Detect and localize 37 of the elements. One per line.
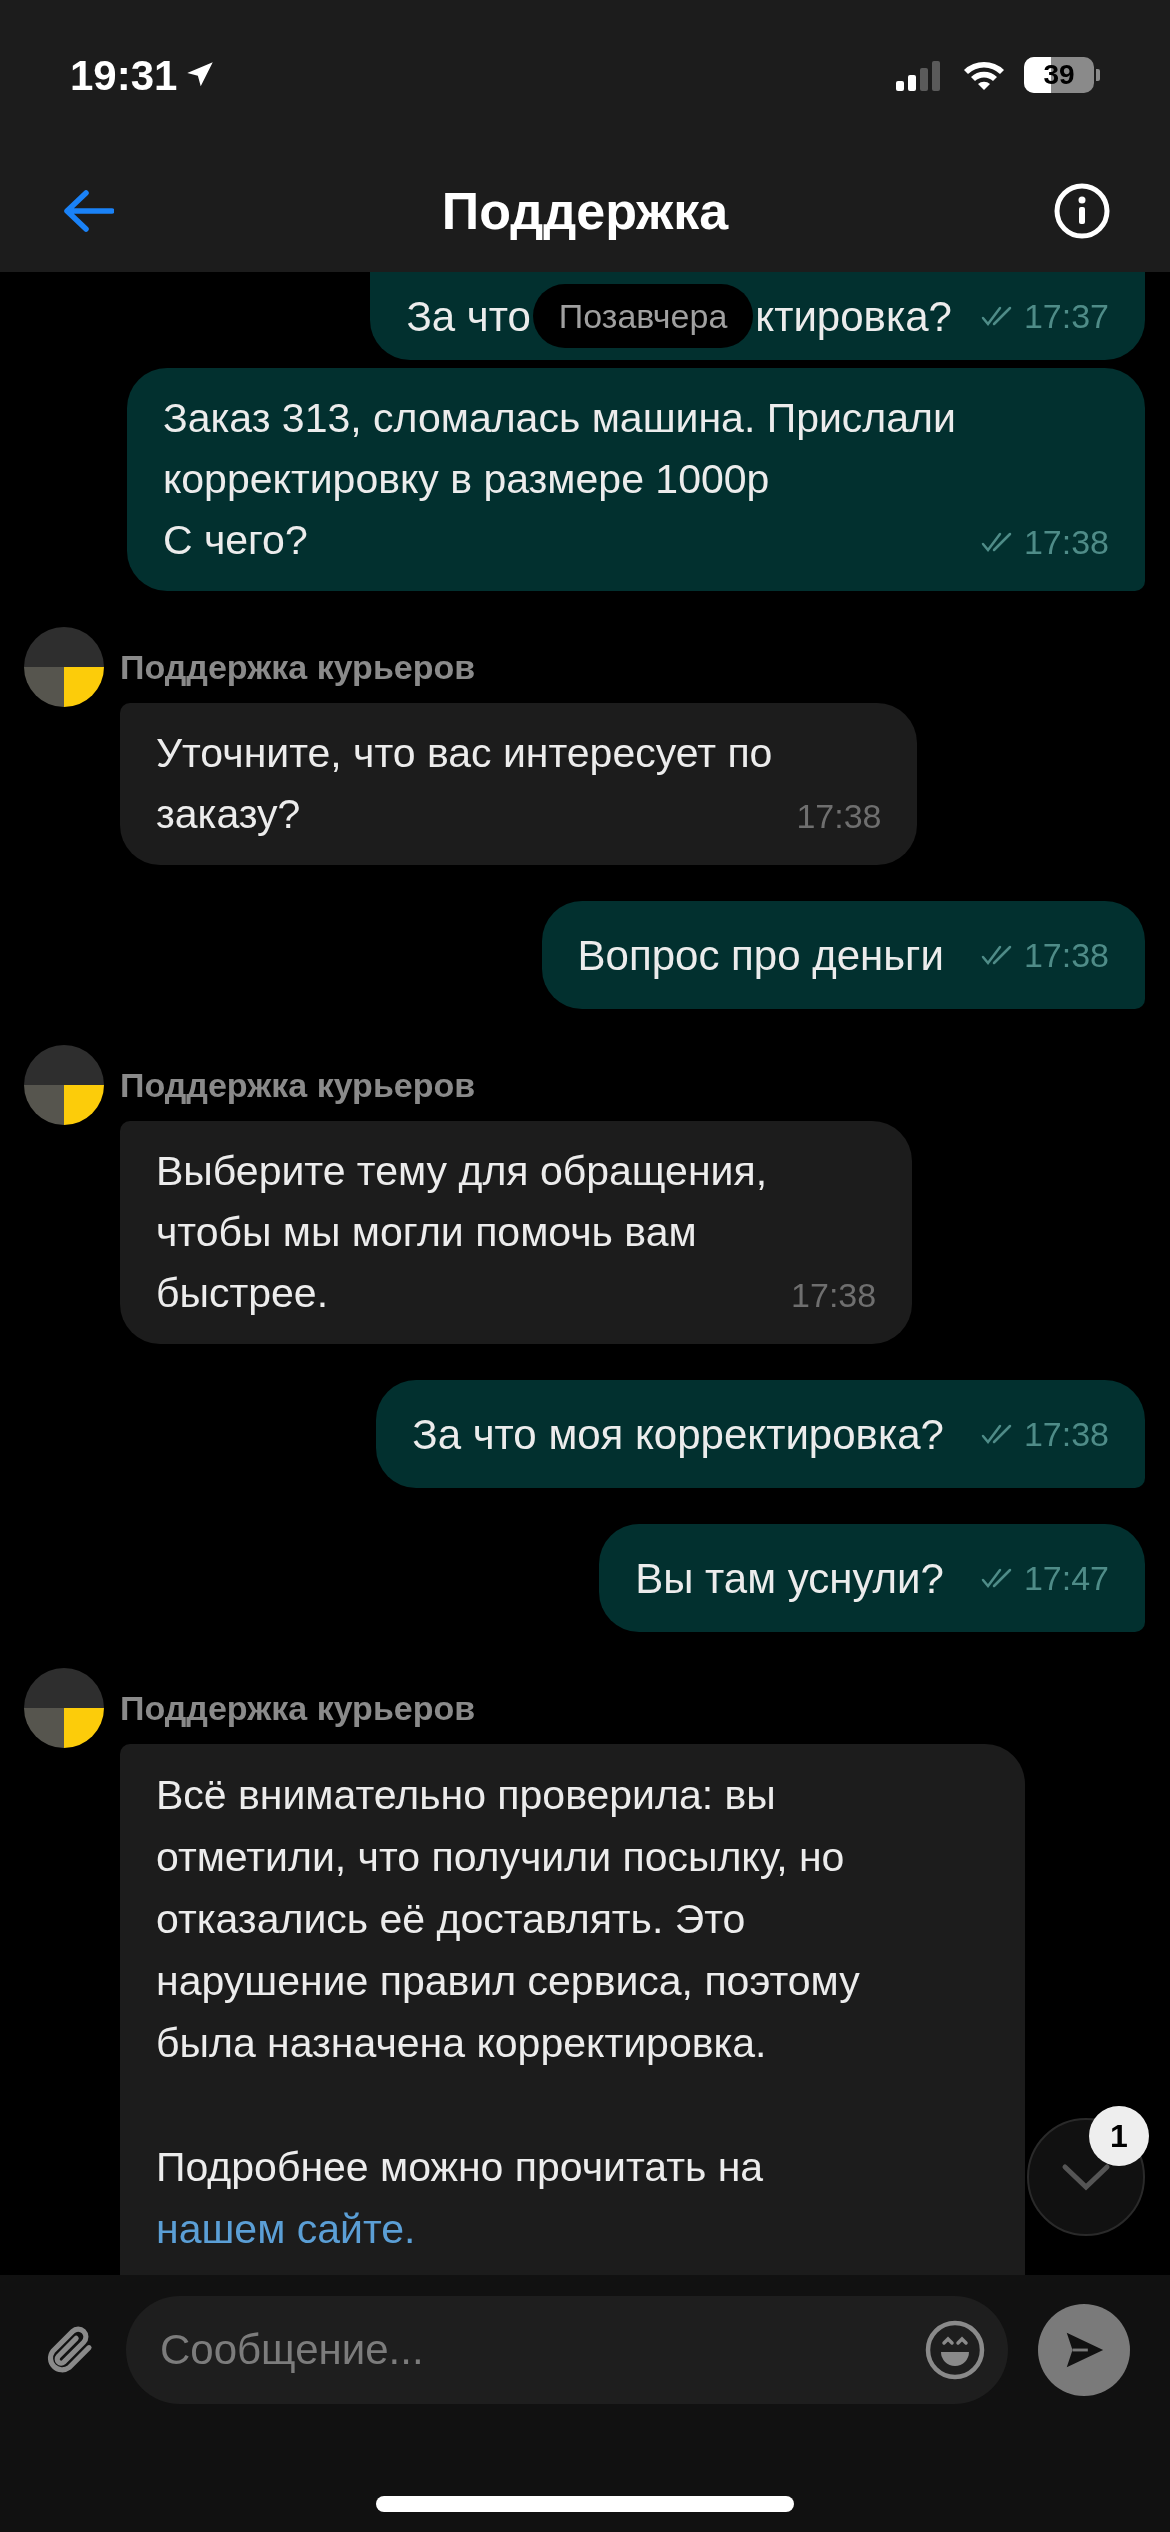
message-text: ктировка? <box>755 291 952 342</box>
message-time: 17:47 <box>1023 1557 1109 1599</box>
double-check-icon <box>979 1567 1014 1589</box>
sender-name: Поддержка курьеров <box>120 646 476 688</box>
message-text: За что <box>406 291 531 342</box>
double-check-icon <box>979 305 1014 327</box>
chevron-down-icon <box>1061 2162 1111 2192</box>
message-text: За что моя корректировка? <box>412 1409 944 1460</box>
message-text: Выберите тему для обращения, чтобы мы могли помочь вам быстрее. <box>156 1147 768 1318</box>
info-button[interactable] <box>1052 181 1112 241</box>
sender-name: Поддержка курьеров <box>120 1064 476 1106</box>
avatar-icon <box>24 1045 104 1125</box>
message-text: Подробнее можно прочитать на нашем сайте. <box>156 2143 765 2254</box>
message-text: Заказ 313, сломалась машина. Прислали корректировку в размере 1000р С чего? <box>162 394 956 565</box>
message-time: 17:38 <box>1023 934 1109 976</box>
sender-name: Поддержка курьеров <box>120 1687 476 1729</box>
message-time: 17:38 <box>791 1274 877 1316</box>
header-title: Поддержка <box>441 181 729 242</box>
message-time: 17:37 <box>1023 295 1109 337</box>
message-text: Вы там уснули? <box>635 1553 944 1604</box>
double-check-icon <box>979 1423 1014 1445</box>
message-time: 17:38 <box>1023 1413 1109 1455</box>
clock-time: 19:31 <box>70 50 178 101</box>
avatar-icon <box>24 627 104 707</box>
unread-badge: 1 <box>1089 2106 1149 2166</box>
double-check-icon <box>979 944 1014 966</box>
wifi-icon <box>962 59 1006 91</box>
message-text: Уточните, что вас интересует по заказу? <box>156 729 773 839</box>
double-check-icon <box>979 531 1014 553</box>
smiley-icon[interactable] <box>924 2319 986 2381</box>
site-link[interactable]: нашем сайте. <box>156 2206 416 2252</box>
message-text: Всё внимательно проверила: вы отметили, что получили посылку, но отказались её доставлять. Это нарушение правил сервиса, поэтому была назначена корректировка. <box>156 1771 861 2068</box>
message-time: 17:38 <box>1023 521 1109 563</box>
message-field[interactable]: Сообщение... <box>126 2296 1008 2404</box>
message-text: Вопрос про деньги <box>577 930 944 981</box>
avatar-icon <box>24 1668 104 1748</box>
message-time: 17:38 <box>796 795 882 837</box>
